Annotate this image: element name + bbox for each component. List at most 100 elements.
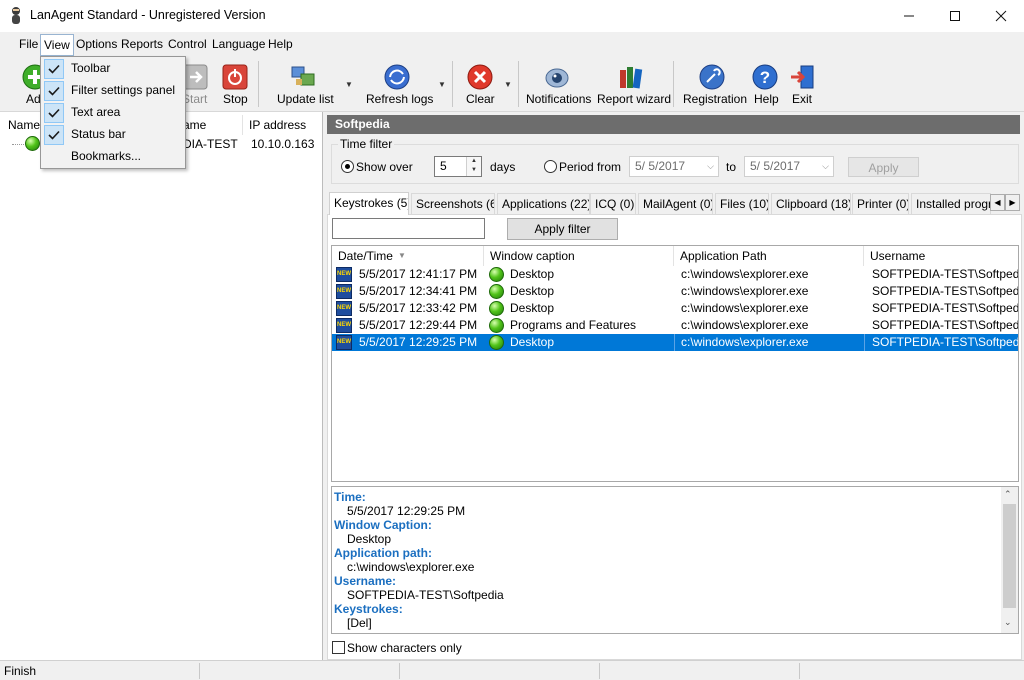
show-over-radio[interactable]: [341, 160, 354, 173]
table-row[interactable]: NEW 5/5/2017 12:33:42 PM Desktop c:\wind…: [332, 300, 1018, 317]
window-status-icon: [489, 335, 504, 350]
exit-button[interactable]: Exit: [788, 56, 816, 112]
notifications-eye-icon: [545, 68, 569, 88]
tab-scroll-left-icon[interactable]: ◀: [990, 194, 1005, 211]
show-characters-only-label: Show characters only: [347, 641, 462, 655]
toolbar-separator: [673, 61, 674, 107]
keystroke-filter-input[interactable]: [332, 218, 485, 239]
report-wizard-button[interactable]: Report wizard: [595, 56, 671, 112]
details-scrollbar[interactable]: ⌃ ⌄: [1001, 487, 1018, 633]
table-row[interactable]: NEW 5/5/2017 12:29:44 PM Programs and Fe…: [332, 317, 1018, 334]
check-icon: [44, 81, 64, 101]
view-menu-dropdown: Toolbar Filter settings panel Text area …: [40, 56, 186, 169]
clear-button[interactable]: Clear: [462, 56, 498, 112]
app-agent-icon: [12, 7, 20, 24]
online-status-icon: [25, 136, 40, 151]
column-header-name[interactable]: Name: [8, 115, 40, 135]
minimize-button[interactable]: [886, 0, 932, 32]
tab-files[interactable]: Files (10): [715, 193, 769, 214]
stop-icon: [222, 64, 248, 90]
scroll-thumb[interactable]: [1003, 504, 1016, 608]
new-entry-icon: NEW: [336, 284, 352, 299]
refresh-logs-dropdown-icon[interactable]: ▼: [438, 80, 446, 89]
tab-clipboard[interactable]: Clipboard (18): [771, 193, 851, 214]
check-icon: [44, 125, 64, 145]
table-row-selected[interactable]: NEW 5/5/2017 12:29:25 PM Desktop c:\wind…: [332, 334, 1018, 351]
menu-options[interactable]: Options: [74, 37, 119, 51]
maximize-button[interactable]: [932, 0, 978, 32]
scroll-down-icon[interactable]: ⌄: [1004, 617, 1012, 628]
status-separator: [399, 663, 400, 679]
days-label: days: [490, 160, 516, 174]
column-header-application-path[interactable]: Application Path: [674, 246, 864, 266]
check-icon: [44, 103, 64, 123]
chevron-down-icon: ⌵: [707, 161, 714, 171]
show-characters-only-checkbox[interactable]: [332, 641, 345, 654]
menu-control[interactable]: Control: [166, 37, 209, 51]
view-menu-filter-settings-panel[interactable]: Filter settings panel: [41, 80, 185, 102]
report-books-icon: [620, 67, 643, 89]
clear-dropdown-icon[interactable]: ▼: [504, 80, 512, 89]
days-spinner-arrows[interactable]: ▲ ▼: [466, 157, 481, 176]
computer-name: DIA-TEST: [183, 137, 238, 151]
from-date-picker[interactable]: 5/ 5/2017 ⌵: [629, 156, 719, 177]
tab-icq[interactable]: ICQ (0): [590, 193, 636, 214]
stop-button[interactable]: Stop: [220, 56, 250, 112]
panel-splitter[interactable]: [323, 112, 327, 660]
tab-scroll-arrows: ◀ ▶: [990, 194, 1020, 211]
help-button[interactable]: ? Help: [750, 56, 780, 112]
keystrokes-table: Date/Time ▼ Window caption Application P…: [331, 245, 1019, 482]
close-button[interactable]: [978, 0, 1024, 32]
registration-button[interactable]: Registration: [680, 56, 747, 112]
table-row[interactable]: NEW 5/5/2017 12:34:41 PM Desktop c:\wind…: [332, 283, 1018, 300]
update-list-dropdown-icon[interactable]: ▼: [345, 80, 353, 89]
period-from-radio[interactable]: [544, 160, 557, 173]
window-status-icon: [489, 284, 504, 299]
details-text-area[interactable]: Time: 5/5/2017 12:29:25 PM Window Captio…: [331, 486, 1019, 634]
registration-icon: [699, 64, 725, 90]
menu-help[interactable]: Help: [266, 37, 295, 51]
svg-text:?: ?: [760, 68, 770, 87]
menu-language[interactable]: Language: [210, 37, 267, 51]
tab-scroll-right-icon[interactable]: ▶: [1005, 194, 1020, 211]
column-header-ip-address[interactable]: IP address: [249, 115, 306, 135]
scroll-up-icon[interactable]: ⌃: [1004, 489, 1012, 500]
tab-applications[interactable]: Applications (22): [497, 193, 590, 214]
selected-computer-title: Softpedia: [327, 115, 1020, 134]
tab-printer[interactable]: Printer (0): [852, 193, 909, 214]
column-header-window-caption[interactable]: Window caption: [484, 246, 674, 266]
tab-installed-programs[interactable]: Installed progra: [911, 193, 991, 214]
new-entry-icon: NEW: [336, 318, 352, 333]
tab-mailagent[interactable]: MailAgent (0): [638, 193, 713, 214]
window-status-icon: [489, 301, 504, 316]
check-icon: [44, 59, 64, 79]
apply-time-filter-button[interactable]: Apply: [848, 157, 919, 177]
tree-line: [12, 144, 24, 145]
view-menu-text-area[interactable]: Text area: [41, 102, 185, 124]
view-menu-status-bar[interactable]: Status bar: [41, 124, 185, 146]
maximize-icon: [950, 11, 960, 21]
menu-view[interactable]: View: [40, 34, 74, 56]
update-list-button[interactable]: Update list: [272, 56, 334, 112]
column-divider: [242, 115, 243, 135]
to-date-picker[interactable]: 5/ 5/2017 ⌵: [744, 156, 834, 177]
notifications-button[interactable]: Notifications: [524, 56, 591, 112]
refresh-logs-button[interactable]: Refresh logs: [362, 56, 433, 112]
table-row[interactable]: NEW 5/5/2017 12:41:17 PM Desktop c:\wind…: [332, 266, 1018, 283]
apply-filter-button[interactable]: Apply filter: [507, 218, 618, 240]
view-menu-toolbar[interactable]: Toolbar: [41, 58, 185, 80]
help-question-icon: ?: [752, 64, 778, 90]
view-menu-bookmarks[interactable]: Bookmarks...: [41, 146, 185, 168]
column-header-datetime[interactable]: Date/Time ▼: [332, 246, 484, 266]
menu-reports[interactable]: Reports: [119, 37, 165, 51]
tab-keystrokes[interactable]: Keystrokes (5): [329, 192, 409, 215]
period-from-label: Period from: [559, 160, 622, 174]
minimize-icon: [904, 15, 914, 17]
window-status-icon: [489, 267, 504, 282]
chevron-down-icon: ⌵: [822, 161, 829, 171]
column-header-computer-name[interactable]: ame: [183, 115, 206, 135]
menu-file[interactable]: File: [17, 37, 40, 51]
tab-screenshots[interactable]: Screenshots (6): [411, 193, 495, 214]
column-header-username[interactable]: Username: [864, 246, 1018, 266]
to-label: to: [726, 160, 737, 174]
